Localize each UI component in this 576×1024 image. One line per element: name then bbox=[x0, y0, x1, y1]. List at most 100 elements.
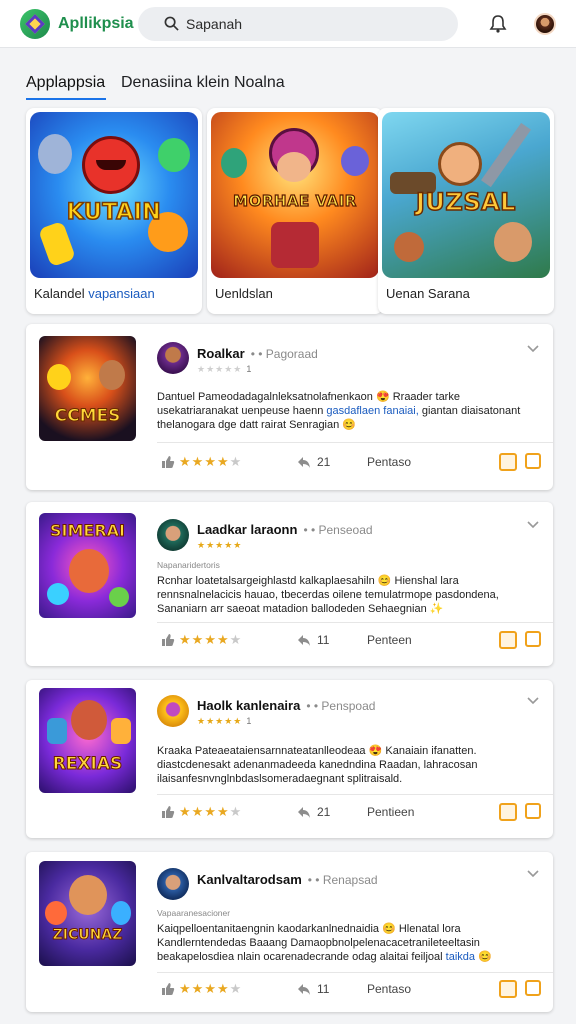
thumbs-up-icon[interactable] bbox=[161, 455, 175, 469]
emoji-icon: 😊 bbox=[382, 923, 396, 935]
more-button[interactable] bbox=[525, 980, 541, 996]
flag-button[interactable] bbox=[499, 980, 517, 998]
review-game-thumbnail[interactable]: CCMES bbox=[39, 336, 136, 441]
review-text-segment: Rcnhar loatetalsargeighlastd kalkaplaesa… bbox=[157, 575, 378, 587]
reviewer-name-text: Kanlvaltarodsam bbox=[197, 872, 302, 887]
reply-button[interactable]: Penteen bbox=[367, 633, 412, 647]
emoji-icon: 😍 bbox=[375, 391, 390, 403]
star-filled-icon: ★ bbox=[191, 804, 205, 819]
reply-icon[interactable] bbox=[297, 805, 311, 819]
featured-card[interactable]: KUTAIN Kalandel vapansiaan bbox=[26, 108, 202, 314]
review-game-thumbnail[interactable]: SIMERAI bbox=[39, 513, 136, 618]
app-logo-icon[interactable] bbox=[20, 9, 50, 39]
reply-count: 11 bbox=[317, 633, 330, 647]
reply-button[interactable]: Pentieen bbox=[367, 805, 414, 819]
tab-denasiina[interactable]: Denasiina klein Noalna bbox=[121, 74, 285, 92]
star-filled-icon: ★ bbox=[179, 632, 192, 647]
review-text: Kaiqpelloentanitaengnin kaodarkanlnednai… bbox=[157, 922, 537, 964]
chevron-down-icon[interactable] bbox=[526, 520, 540, 530]
review-link[interactable]: taikda bbox=[446, 951, 475, 963]
featured-game-art: MORHAE VAIR bbox=[211, 112, 379, 278]
small-stars: ★★★★★ bbox=[197, 364, 243, 374]
small-stars: ★★★★★ bbox=[197, 540, 243, 550]
rating-stars: ★★★★★ bbox=[179, 981, 242, 997]
featured-label-link: vapansiaan bbox=[88, 286, 155, 301]
more-button[interactable] bbox=[525, 453, 541, 469]
chevron-down-icon[interactable] bbox=[526, 344, 540, 354]
star-filled-icon: ★ bbox=[179, 981, 192, 996]
review-card[interactable]: REXIAS Haolk kanlenaira • • Penspoad ★★★★… bbox=[26, 680, 553, 838]
emoji-icon: 😊 bbox=[478, 951, 492, 963]
reply-icon[interactable] bbox=[297, 633, 311, 647]
star-filled-icon: ★ bbox=[191, 632, 205, 647]
star-filled-icon: ★ bbox=[216, 981, 230, 996]
flag-button[interactable] bbox=[499, 631, 517, 649]
small-rating-count: 1 bbox=[246, 716, 252, 726]
search-input[interactable]: Sapanah bbox=[186, 16, 242, 32]
review-card[interactable]: CCMES Roalkar • • Pagoraad ★★★★★ 1 Dantuel… bbox=[26, 324, 553, 490]
reviewer-name: Roalkar • • Pagoraad bbox=[197, 346, 318, 361]
reviewer-tag: • • Renapsad bbox=[307, 873, 378, 887]
reviewer-rating-small: ★★★★★ 1 bbox=[197, 716, 251, 727]
reply-icon[interactable] bbox=[297, 455, 311, 469]
divider bbox=[157, 794, 553, 795]
review-game-thumbnail[interactable]: REXIAS bbox=[39, 688, 136, 793]
reviewer-avatar[interactable] bbox=[157, 868, 189, 900]
star-filled-icon: ★ bbox=[204, 981, 217, 996]
review-card[interactable]: SIMERAI Laadkar laraonn • • Penseoad ★★★★… bbox=[26, 502, 553, 666]
emoji-icon: 😍 bbox=[368, 745, 383, 757]
reply-button[interactable]: Pentaso bbox=[367, 455, 411, 469]
reviewer-avatar[interactable] bbox=[157, 519, 189, 551]
thumbs-up-icon[interactable] bbox=[161, 633, 175, 647]
reply-count: 21 bbox=[317, 805, 331, 819]
featured-art-title: JUZSAL bbox=[415, 187, 516, 217]
thumbs-up-icon[interactable] bbox=[161, 805, 175, 819]
review-link[interactable]: gasdaflaen fanaiai, bbox=[326, 405, 418, 417]
review-actions: ★★★★★ 11 Penteen bbox=[157, 629, 553, 653]
reviewer-avatar[interactable] bbox=[157, 695, 189, 727]
featured-card[interactable]: JUZSAL Uenan Sarana bbox=[378, 108, 554, 314]
more-button[interactable] bbox=[525, 803, 541, 819]
review-text: Kraaka Pateaeataiensarnnateatanlleodeaa … bbox=[157, 744, 537, 786]
flag-button[interactable] bbox=[499, 453, 517, 471]
reply-button[interactable]: Pentaso bbox=[367, 982, 411, 996]
divider bbox=[157, 972, 553, 973]
search-bar[interactable]: Sapanah bbox=[138, 7, 458, 41]
featured-label: Kalandel vapansiaan bbox=[34, 286, 155, 301]
review-card[interactable]: ZICUNAZ Kanlvaltarodsam • • Renapsad Vapa… bbox=[26, 852, 553, 1012]
review-text-segment: Kaiqpelloentanitaengnin kaodarkanlnednai… bbox=[157, 923, 383, 935]
star-empty-icon: ★ bbox=[229, 454, 243, 469]
reviewer-tag: • • Penseoad bbox=[303, 523, 373, 537]
review-actions: ★★★★★ 11 Pentaso bbox=[157, 978, 553, 1002]
reviewer-rating-small: ★★★★★ bbox=[197, 540, 242, 551]
bell-icon[interactable] bbox=[488, 14, 508, 34]
reviewer-name: Laadkar laraonn • • Penseoad bbox=[197, 522, 373, 537]
reviewer-tag: • • Penspoad bbox=[306, 699, 376, 713]
review-game-thumbnail[interactable]: ZICUNAZ bbox=[39, 861, 136, 966]
thumbnail-title: SIMERAI bbox=[50, 521, 126, 541]
featured-card[interactable]: MORHAE VAIR Uenldslan bbox=[207, 108, 383, 314]
chevron-down-icon[interactable] bbox=[526, 696, 540, 706]
reviewer-avatar[interactable] bbox=[157, 342, 189, 374]
reviewer-name-text: Roalkar bbox=[197, 346, 245, 361]
star-empty-icon: ★ bbox=[229, 632, 243, 647]
avatar[interactable] bbox=[534, 13, 556, 35]
reply-icon[interactable] bbox=[297, 982, 311, 996]
star-filled-icon: ★ bbox=[191, 454, 205, 469]
review-text: Rcnhar loatetalsargeighlastd kalkaplaesa… bbox=[157, 574, 537, 616]
rating-stars: ★★★★★ bbox=[179, 632, 242, 648]
search-icon bbox=[164, 16, 179, 31]
emoji-icon: 😊 bbox=[377, 575, 392, 587]
small-stars: ★★★★★ bbox=[197, 716, 243, 726]
flag-button[interactable] bbox=[499, 803, 517, 821]
featured-art-title: KUTAIN bbox=[66, 199, 162, 226]
star-filled-icon: ★ bbox=[216, 632, 230, 647]
rating-stars: ★★★★★ bbox=[179, 454, 242, 470]
more-button[interactable] bbox=[525, 631, 541, 647]
divider bbox=[157, 442, 553, 443]
tab-applappsia[interactable]: Applappsia bbox=[26, 74, 105, 92]
chevron-down-icon[interactable] bbox=[526, 869, 540, 879]
thumbs-up-icon[interactable] bbox=[161, 982, 175, 996]
featured-label-text: Kalandel bbox=[34, 286, 89, 301]
featured-label: Uenan Sarana bbox=[386, 286, 470, 301]
